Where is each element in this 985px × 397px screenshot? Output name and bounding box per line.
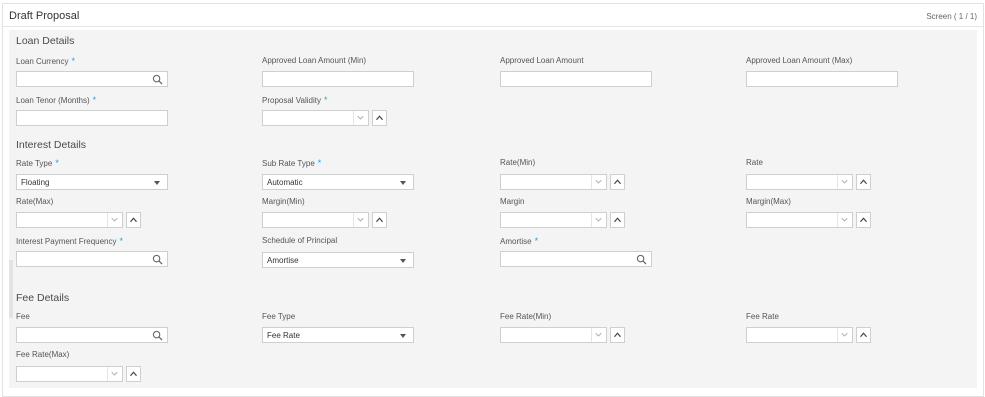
- rate-type-label-text: Rate Type: [16, 159, 53, 168]
- fee-type-select[interactable]: Fee Rate: [262, 327, 414, 343]
- fee-input[interactable]: [16, 327, 168, 343]
- payment-frequency-label: Interest Payment Frequency *: [16, 236, 123, 246]
- approved-amount-min-input[interactable]: [262, 71, 414, 87]
- loan-currency-label-text: Loan Currency: [16, 57, 69, 66]
- chevron-up-icon[interactable]: [856, 327, 871, 343]
- loan-details-heading: Loan Details: [16, 35, 75, 47]
- rate-type-select[interactable]: Floating: [16, 174, 168, 190]
- required-marker: *: [534, 236, 539, 246]
- amortise-label: Amortise *: [500, 236, 538, 246]
- approved-amount-max-label: Approved Loan Amount (Max): [746, 56, 853, 65]
- loan-tenor-label-text: Loan Tenor (Months): [16, 96, 90, 105]
- margin-max-label: Margin(Max): [746, 197, 791, 206]
- required-marker: *: [119, 236, 124, 246]
- chevron-down-icon[interactable]: [837, 213, 851, 227]
- search-icon[interactable]: [152, 254, 163, 265]
- chevron-down-icon[interactable]: [400, 181, 406, 185]
- fee-rate-max-label: Fee Rate(Max): [16, 350, 70, 359]
- rate-label: Rate: [746, 158, 763, 167]
- required-marker: *: [92, 95, 97, 105]
- side-resize-handle[interactable]: [9, 260, 13, 318]
- window-title: Draft Proposal: [9, 10, 80, 22]
- loan-currency-input[interactable]: [16, 71, 168, 87]
- chevron-up-icon[interactable]: [856, 212, 871, 228]
- chevron-up-icon[interactable]: [610, 327, 625, 343]
- rate-type-value: Floating: [21, 178, 50, 187]
- chevron-up-icon[interactable]: [126, 212, 141, 228]
- rate-type-label: Rate Type *: [16, 158, 59, 168]
- chevron-down-icon[interactable]: [837, 175, 851, 189]
- margin-max-input[interactable]: [746, 212, 853, 228]
- fee-rate-max-input[interactable]: [16, 366, 123, 382]
- chevron-down-icon[interactable]: [107, 213, 121, 227]
- chevron-up-icon[interactable]: [372, 110, 387, 126]
- amortise-label-text: Amortise: [500, 237, 532, 246]
- chevron-down-icon[interactable]: [591, 213, 605, 227]
- fee-rate-min-input[interactable]: [500, 327, 607, 343]
- schedule-principal-select[interactable]: Amortise: [262, 252, 414, 268]
- fee-rate-label: Fee Rate: [746, 312, 779, 321]
- approved-amount-input[interactable]: [500, 71, 652, 87]
- chevron-down-icon[interactable]: [353, 213, 367, 227]
- chevron-down-icon[interactable]: [591, 175, 605, 189]
- chevron-down-icon[interactable]: [154, 181, 160, 185]
- title-bar: Draft Proposal Screen ( 1 / 1): [3, 4, 983, 27]
- proposal-validity-label-text: Proposal Validity: [262, 96, 321, 105]
- chevron-down-icon[interactable]: [400, 334, 406, 338]
- fee-label: Fee: [16, 312, 30, 321]
- rate-max-input[interactable]: [16, 212, 123, 228]
- loan-tenor-label: Loan Tenor (Months) *: [16, 95, 96, 105]
- chevron-down-icon[interactable]: [400, 259, 406, 263]
- margin-label: Margin: [500, 197, 525, 206]
- required-marker: *: [71, 56, 75, 66]
- required-marker: *: [324, 95, 328, 105]
- fee-rate-input[interactable]: [746, 327, 853, 343]
- search-icon[interactable]: [636, 254, 647, 265]
- sub-rate-type-select[interactable]: Automatic: [262, 174, 414, 190]
- schedule-principal-value: Amortise: [267, 256, 299, 265]
- margin-min-input[interactable]: [262, 212, 369, 228]
- approved-amount-min-label: Approved Loan Amount (Min): [262, 56, 367, 65]
- draft-proposal-window: Draft Proposal Screen ( 1 / 1) Loan Deta…: [2, 3, 984, 397]
- rate-min-label: Rate(Min): [500, 158, 536, 167]
- chevron-up-icon[interactable]: [610, 212, 625, 228]
- fee-type-value: Fee Rate: [267, 331, 300, 340]
- proposal-validity-label: Proposal Validity *: [262, 95, 328, 105]
- chevron-up-icon[interactable]: [372, 212, 387, 228]
- rate-min-input[interactable]: [500, 174, 607, 190]
- sub-rate-type-label: Sub Rate Type *: [262, 158, 321, 168]
- chevron-down-icon[interactable]: [591, 328, 605, 342]
- chevron-up-icon[interactable]: [856, 174, 871, 190]
- loan-currency-label: Loan Currency *: [16, 56, 75, 66]
- rate-max-label: Rate(Max): [16, 197, 54, 206]
- margin-input[interactable]: [500, 212, 607, 228]
- chevron-up-icon[interactable]: [126, 366, 141, 382]
- chevron-down-icon[interactable]: [353, 111, 367, 125]
- screen-indicator: Screen ( 1 / 1): [926, 12, 977, 21]
- chevron-up-icon[interactable]: [610, 174, 625, 190]
- fee-type-label: Fee Type: [262, 312, 296, 321]
- approved-amount-max-input[interactable]: [746, 71, 898, 87]
- chevron-down-icon[interactable]: [837, 328, 851, 342]
- payment-frequency-label-text: Interest Payment Frequency: [16, 237, 117, 246]
- margin-min-label: Margin(Min): [262, 197, 305, 206]
- search-icon[interactable]: [152, 74, 163, 85]
- fee-details-heading: Fee Details: [16, 292, 70, 304]
- loan-tenor-input[interactable]: [16, 110, 168, 126]
- search-icon[interactable]: [152, 330, 163, 341]
- rate-input[interactable]: [746, 174, 853, 190]
- chevron-down-icon[interactable]: [107, 367, 121, 381]
- form-panel: Loan Details Loan Currency * Approved Loa…: [9, 30, 977, 388]
- required-marker: *: [317, 158, 322, 168]
- amortise-input[interactable]: [500, 251, 652, 267]
- sub-rate-type-value: Automatic: [267, 178, 303, 187]
- fee-rate-min-label: Fee Rate(Min): [500, 312, 552, 321]
- proposal-validity-input[interactable]: [262, 110, 369, 126]
- required-marker: *: [55, 158, 59, 168]
- interest-details-heading: Interest Details: [16, 139, 87, 151]
- payment-frequency-input[interactable]: [16, 251, 168, 267]
- schedule-principal-label: Schedule of Principal: [262, 236, 338, 245]
- approved-amount-label: Approved Loan Amount: [500, 56, 584, 65]
- sub-rate-type-label-text: Sub Rate Type: [262, 159, 315, 168]
